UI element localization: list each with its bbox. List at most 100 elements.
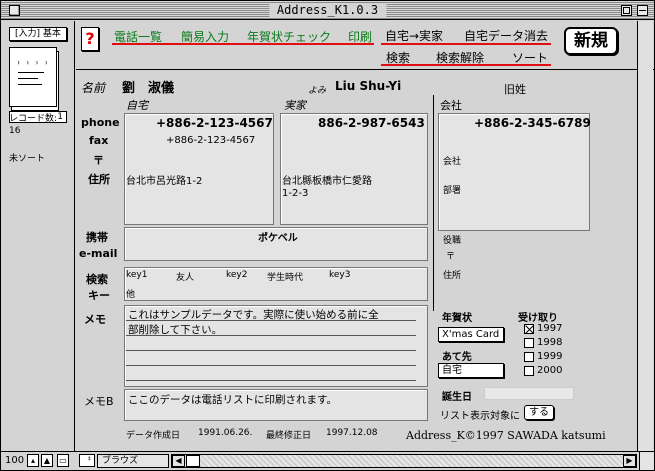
nenga-label: 年賀状 [442, 313, 472, 324]
name-field[interactable]: 劉 淑儀 [122, 77, 174, 96]
phone-label: phone [81, 116, 120, 129]
status-toggle-icon[interactable]: ▭ [57, 454, 69, 467]
year-2000-checkbox[interactable] [524, 366, 534, 376]
scroll-thumb[interactable] [186, 455, 200, 467]
home-to-parents-button[interactable]: 自宅→実家 [385, 27, 443, 44]
layout-popup[interactable]: [入力] 基本 [9, 27, 67, 41]
memo-rule [126, 320, 416, 321]
company-divider [433, 95, 434, 311]
created-date: 1991.06.26. [198, 428, 253, 438]
row1-underline [381, 43, 551, 45]
sort-status: 未ソート [9, 154, 46, 164]
status-area: [入力] 基本 ⸯⸯⸯⸯ 1 レコード数: 16 未ソート [1, 21, 75, 451]
department-label: 部署 [443, 186, 462, 196]
parents-address-line1[interactable]: 台北縣板橋市仁愛路 [282, 172, 372, 187]
main-layout: ? 電話一覧 簡易入力 年賀状チェック 印刷 自宅→実家 自宅データ消去 検索 … [76, 21, 654, 451]
resize-grip-icon[interactable] [639, 452, 654, 470]
window-title: Address_K1.0.3 [268, 3, 387, 18]
key3-label: key3 [329, 270, 351, 280]
year-1999-checkbox[interactable] [524, 352, 534, 362]
col-home-label: 自宅 [126, 99, 148, 112]
received-label: 受け取り [518, 313, 558, 324]
home-address-field[interactable]: 台北市呂光路1-2 [126, 172, 202, 187]
zoom-box[interactable] [621, 5, 632, 16]
help-button[interactable]: ? [81, 27, 99, 51]
zip-label: 〒 [93, 154, 104, 167]
mode-popup[interactable]: ブラウズ [97, 454, 169, 468]
year-1998-checkbox[interactable] [524, 338, 534, 348]
job-title-label: 役職 [443, 236, 462, 246]
collapse-box[interactable] [637, 5, 648, 16]
key2-label: key2 [226, 270, 248, 280]
birthday-label: 誕生日 [442, 392, 472, 403]
home-phone-field[interactable]: +886-2-123-4567 [156, 116, 273, 130]
company-box[interactable] [438, 113, 590, 231]
key1-label: key1 [126, 270, 148, 280]
memo-rule [126, 365, 416, 366]
vertical-scrollbar[interactable] [637, 21, 653, 451]
key2-value[interactable]: 学生時代 [267, 270, 303, 283]
year-1998-label: 1998 [537, 337, 563, 348]
year-1997-label: 1997 [537, 323, 563, 334]
close-box[interactable] [9, 5, 20, 16]
company-phone-field[interactable]: +886-2-345-6789 [474, 116, 591, 130]
record-count: レコード数: 16 [9, 113, 57, 137]
address-label: 住所 [88, 173, 110, 186]
book-page-front: ⸯⸯⸯⸯ [9, 47, 57, 107]
search-key-label-1: 検索 [86, 273, 108, 286]
key1-value[interactable]: 友人 [176, 270, 194, 283]
mobile-field[interactable]: ポケベル [258, 229, 298, 244]
nenga-type-field[interactable]: X'mas Card [438, 327, 504, 342]
company-address-label: 住所 [443, 271, 462, 281]
text-style-icon[interactable]: ᅣ [79, 454, 95, 467]
company-name-label: 会社 [443, 157, 462, 167]
scroll-right-icon[interactable]: ▶ [623, 455, 636, 467]
header-divider [76, 69, 654, 70]
year-1997-checkbox[interactable] [524, 324, 534, 334]
new-record-button[interactable]: 新規 [564, 27, 618, 55]
zoom-in-icon[interactable]: ▲ [41, 454, 53, 467]
app-window: Address_K1.0.3 [入力] 基本 ⸯⸯⸯⸯ 1 レコード数: 16 … [0, 0, 655, 471]
horizontal-scrollbar[interactable]: ◀ ▶ [171, 454, 637, 468]
yomi-field[interactable]: Liu Shu-Yi [335, 79, 401, 93]
birthday-field[interactable] [484, 387, 574, 400]
year-2000-label: 2000 [537, 365, 563, 376]
bottom-bar: 100 ▴ ▲ ▭ ᅣ ブラウズ ◀ ▶ [1, 451, 654, 470]
destination-label: あて先 [442, 352, 472, 363]
col-parents-label: 実家 [284, 99, 306, 112]
list-target-label: リスト表示対象に [440, 411, 520, 422]
created-label: データ作成日 [126, 431, 181, 441]
name-label: 名前 [81, 81, 106, 95]
memob-field[interactable]: ここのデータは電話リストに印刷されます。 [128, 392, 337, 407]
memob-label: メモB [84, 395, 114, 408]
parents-address-line2[interactable]: 1-2-3 [282, 188, 308, 199]
parents-phone-field[interactable]: 886-2-987-6543 [318, 116, 425, 130]
destination-field[interactable]: 自宅 [438, 363, 504, 378]
scroll-left-icon[interactable]: ◀ [172, 455, 185, 467]
record-count-value: 16 [9, 126, 21, 136]
memo-label: メモ [84, 313, 106, 326]
fax-label: fax [89, 134, 109, 147]
memo-rule [126, 335, 416, 336]
key-other[interactable]: 他 [126, 287, 135, 300]
nav-underline [112, 43, 374, 45]
copyright-text: Address_K©1997 SAWADA katsumi [406, 429, 606, 442]
row2-underline [381, 64, 551, 66]
home-fax-field[interactable]: +886-2-123-4567 [166, 135, 255, 146]
zoom-level: 100 [5, 455, 25, 466]
title-bar[interactable]: Address_K1.0.3 [1, 1, 654, 20]
memo-rule [126, 380, 416, 381]
modified-label: 最終修正日 [266, 431, 312, 441]
mobile-label: 携帯 [86, 231, 108, 244]
memo-rule [126, 350, 416, 351]
email-label: e-mail [79, 247, 118, 260]
page-number: 1 [57, 112, 63, 122]
list-target-button[interactable]: する [524, 405, 554, 420]
maiden-name-label: 旧姓 [504, 83, 526, 96]
modified-date: 1997.12.08 [326, 428, 378, 438]
zoom-out-icon[interactable]: ▴ [27, 454, 39, 467]
clear-home-button[interactable]: 自宅データ消去 [464, 27, 548, 44]
company-zip-label: 〒 [446, 252, 456, 262]
year-1999-label: 1999 [537, 351, 563, 362]
record-count-label: レコード数: [9, 114, 58, 124]
